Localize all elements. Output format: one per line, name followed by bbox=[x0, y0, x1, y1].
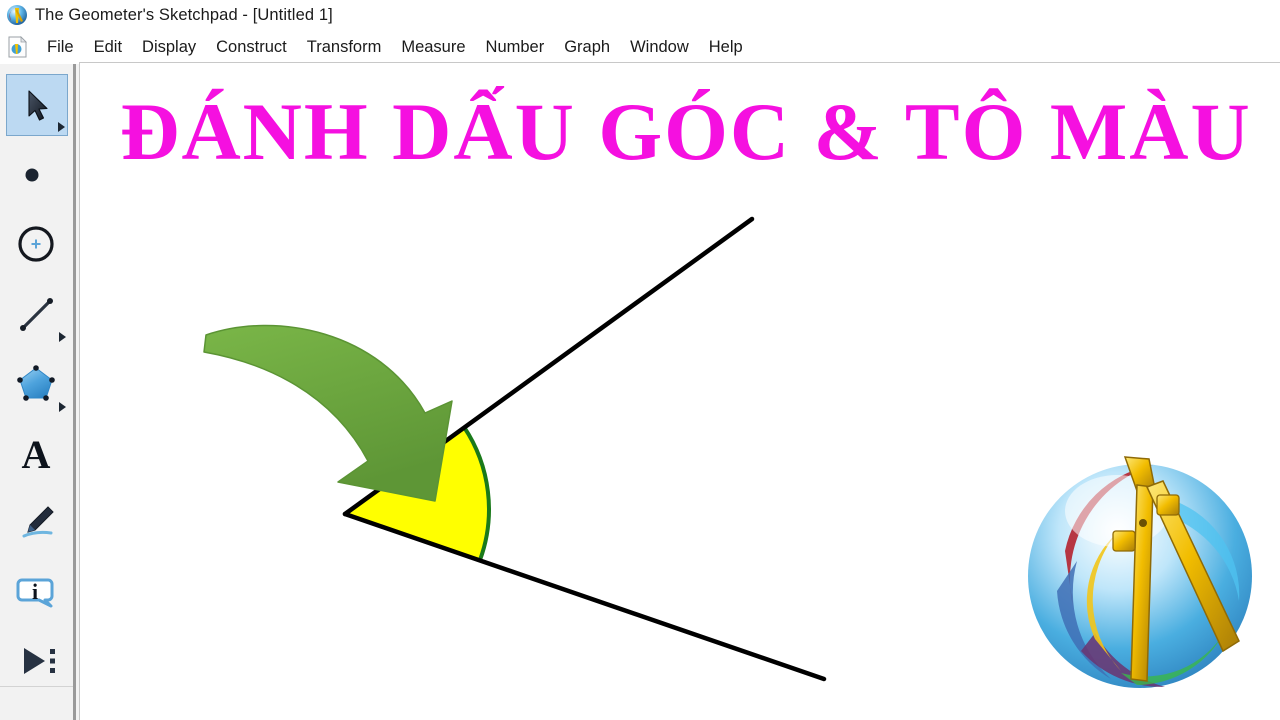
information-tool[interactable]: i bbox=[6, 560, 68, 622]
menu-item-transform[interactable]: Transform bbox=[297, 36, 392, 59]
window-title: The Geometer's Sketchpad - [Untitled 1] bbox=[35, 5, 333, 24]
menu-item-number[interactable]: Number bbox=[476, 36, 555, 59]
sketch-drawing bbox=[203, 216, 1252, 688]
pentagon-icon bbox=[17, 365, 55, 401]
segment-icon bbox=[20, 298, 53, 331]
menu-item-construct[interactable]: Construct bbox=[206, 36, 297, 59]
menu-item-graph[interactable]: Graph bbox=[554, 36, 620, 59]
letter-a-icon: A bbox=[22, 432, 51, 476]
toolbox-inner: A i bbox=[0, 64, 73, 687]
title-bar: The Geometer's Sketchpad - [Untitled 1] bbox=[0, 0, 1280, 30]
svg-text:A: A bbox=[22, 432, 51, 476]
polygon-tool-flyout-icon[interactable] bbox=[59, 402, 66, 412]
custom-tool[interactable] bbox=[6, 630, 68, 692]
menu-bar: File Edit Display Construct Transform Me… bbox=[0, 30, 1280, 64]
point-tool[interactable] bbox=[6, 144, 68, 206]
circle-icon bbox=[18, 226, 54, 262]
menu-item-measure[interactable]: Measure bbox=[391, 36, 475, 59]
menu-item-help[interactable]: Help bbox=[699, 36, 753, 59]
document-icon bbox=[8, 36, 27, 58]
arrow-tool-flyout-icon[interactable] bbox=[58, 122, 65, 132]
straightedge-tool[interactable] bbox=[6, 283, 68, 345]
sketchpad-window: The Geometer's Sketchpad - [Untitled 1] … bbox=[0, 0, 1280, 720]
sketchpad-sphere-logo bbox=[1028, 456, 1252, 688]
toolbox: A i bbox=[0, 64, 76, 720]
svg-text:i: i bbox=[32, 579, 38, 604]
arrow-select-tool[interactable] bbox=[6, 74, 68, 136]
info-balloon-icon: i bbox=[16, 578, 54, 608]
sketch-canvas[interactable]: ĐÁNH DẤU GÓC & TÔ MÀU bbox=[79, 62, 1280, 720]
menu-item-file[interactable]: File bbox=[37, 36, 84, 59]
point-icon bbox=[25, 168, 39, 182]
text-tool[interactable]: A bbox=[6, 423, 68, 485]
compass-circle-tool[interactable] bbox=[6, 213, 68, 275]
sketchpad-logo-icon bbox=[6, 4, 28, 26]
arrow-cursor-icon bbox=[28, 90, 48, 121]
menu-item-display[interactable]: Display bbox=[132, 36, 206, 59]
polygon-tool[interactable] bbox=[6, 353, 68, 415]
menu-item-window[interactable]: Window bbox=[620, 36, 699, 59]
play-triangle-icon bbox=[24, 648, 55, 674]
green-curved-arrow bbox=[203, 324, 453, 502]
menu-item-edit[interactable]: Edit bbox=[84, 36, 132, 59]
straightedge-tool-flyout-icon[interactable] bbox=[59, 332, 66, 342]
marker-tool[interactable] bbox=[6, 491, 68, 553]
marker-pen-icon bbox=[22, 506, 54, 538]
